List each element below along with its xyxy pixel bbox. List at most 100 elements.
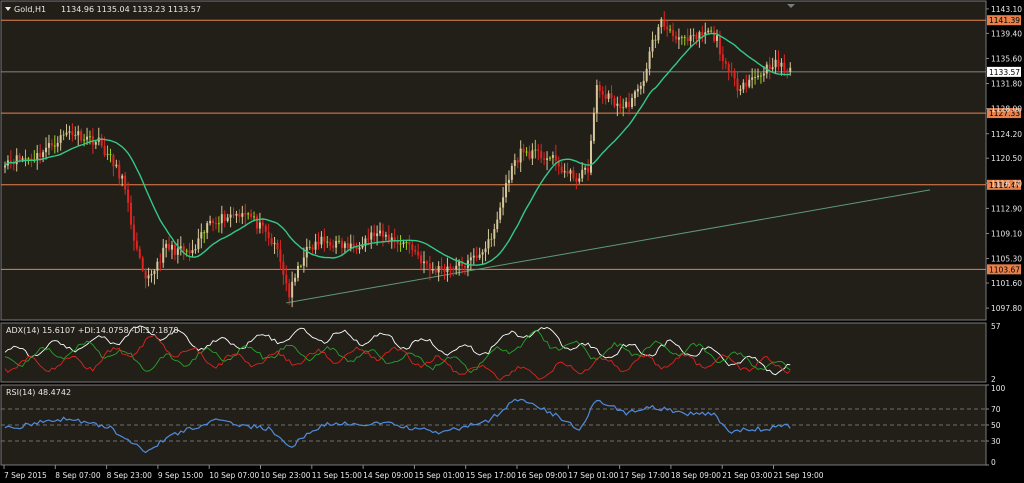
- candle-body-153: [452, 268, 455, 270]
- candle-body-125: [370, 232, 373, 240]
- candle-body-238: [701, 32, 704, 36]
- candle-body-195: [575, 178, 578, 182]
- candle-body-244: [718, 35, 721, 55]
- candle-body-151: [446, 266, 449, 273]
- candle-body-106: [314, 241, 317, 250]
- candle-body-223: [657, 27, 660, 41]
- candle-body-87: [258, 222, 261, 229]
- candle-body-149: [440, 266, 443, 270]
- candle-body-187: [551, 155, 554, 158]
- time-tick-label-3: 9 Sep 15:00: [158, 471, 204, 480]
- candle-body-150: [443, 269, 446, 273]
- time-tick-label-4: 10 Sep 07:00: [209, 471, 259, 480]
- candle-body-38: [115, 164, 118, 167]
- candle-body-80: [238, 213, 241, 217]
- candle-body-42: [127, 189, 130, 203]
- price-tick-label-8: 1112.90: [991, 204, 1022, 213]
- candle-body-110: [326, 241, 329, 243]
- candle-body-48: [144, 270, 147, 279]
- candle-body-161: [475, 255, 478, 258]
- rsi-tick-label-2: 50: [991, 421, 1001, 430]
- candle-body-69: [206, 223, 209, 233]
- candle-body-63: [188, 250, 191, 254]
- candle-body-240: [707, 30, 710, 33]
- candle-body-192: [566, 171, 569, 174]
- candle-body-200: [590, 140, 592, 173]
- candle-body-224: [660, 19, 663, 28]
- candle-body-91: [270, 238, 273, 245]
- candle-body-95: [282, 261, 285, 275]
- hline-tag-3: 1103.67: [989, 265, 1020, 274]
- candle-body-2: [9, 160, 12, 162]
- chart-canvas: 1141.391127.331116.471103.671133.57 1143…: [0, 0, 1022, 480]
- candle-body-46: [138, 248, 141, 258]
- candle-body-114: [338, 240, 341, 242]
- candle-body-141: [417, 251, 420, 256]
- candle-body-152: [449, 266, 452, 269]
- candle-body-50: [150, 274, 153, 276]
- candle-body-22: [68, 131, 71, 133]
- candle-body-67: [200, 232, 203, 239]
- candle-body-236: [695, 34, 698, 40]
- candle-body-113: [335, 240, 338, 248]
- candle-body-108: [320, 236, 323, 245]
- price-tick-label-11: 1101.60: [991, 279, 1022, 288]
- candle-body-168: [496, 219, 499, 230]
- candle-body-268: [789, 67, 792, 72]
- candle-body-185: [546, 158, 549, 160]
- candle-body-78: [232, 214, 235, 216]
- candle-body-181: [534, 149, 537, 151]
- candle-body-76: [226, 217, 229, 221]
- candle-body-65: [194, 249, 197, 251]
- candle-body-88: [261, 222, 264, 226]
- candle-body-72: [214, 223, 217, 225]
- candle-body-70: [209, 220, 212, 224]
- candle-body-170: [502, 197, 505, 208]
- candle-body-8: [27, 158, 30, 160]
- candle-body-117: [346, 243, 349, 249]
- candle-body-97: [288, 283, 291, 298]
- candle-body-104: [308, 246, 311, 248]
- candle-body-121: [358, 247, 361, 250]
- candle-body-53: [159, 261, 162, 263]
- candle-body-90: [267, 231, 270, 239]
- candle-body-202: [595, 85, 598, 113]
- candle-body-7: [24, 158, 27, 160]
- candle-body-71: [212, 220, 215, 224]
- candle-body-174: [513, 160, 516, 166]
- candle-body-215: [633, 91, 636, 99]
- rsi-tick-label-1: 70: [991, 405, 1001, 414]
- candle-body-212: [625, 101, 628, 108]
- candle-body-26: [80, 131, 83, 141]
- candle-body-93: [276, 242, 279, 250]
- candle-body-231: [680, 37, 683, 39]
- time-tick-label-2: 8 Sep 23:00: [107, 471, 153, 480]
- candle-body-220: [648, 51, 651, 69]
- candle-body-188: [554, 155, 557, 161]
- current-price-tag: 1133.57: [989, 68, 1020, 77]
- price-tick-label-4: 1128.00: [991, 105, 1022, 114]
- candle-body-25: [77, 131, 80, 136]
- candle-body-27: [83, 139, 86, 141]
- time-tick-label-6: 11 Sep 15:00: [312, 471, 362, 480]
- candle-body-94: [279, 249, 282, 262]
- price-tick-label-3: 1131.80: [991, 80, 1022, 89]
- candle-body-154: [455, 265, 458, 270]
- candle-body-243: [715, 35, 718, 41]
- candle-body-137: [405, 241, 408, 243]
- candle-body-201: [592, 112, 595, 141]
- adx-tick-label-0: 57: [991, 322, 1001, 331]
- candle-body-59: [176, 248, 179, 255]
- hline-tag-0: 1141.39: [989, 16, 1020, 25]
- candle-body-178: [525, 151, 528, 153]
- candle-body-39: [118, 164, 121, 179]
- candle-body-126: [373, 232, 376, 237]
- candle-body-171: [505, 183, 508, 198]
- candle-body-129: [381, 230, 384, 237]
- candle-body-172: [507, 179, 510, 184]
- candle-body-107: [317, 241, 320, 245]
- candle-body-179: [528, 151, 531, 159]
- candle-body-31: [94, 141, 97, 145]
- candle-body-263: [774, 59, 777, 68]
- candle-body-182: [537, 149, 540, 151]
